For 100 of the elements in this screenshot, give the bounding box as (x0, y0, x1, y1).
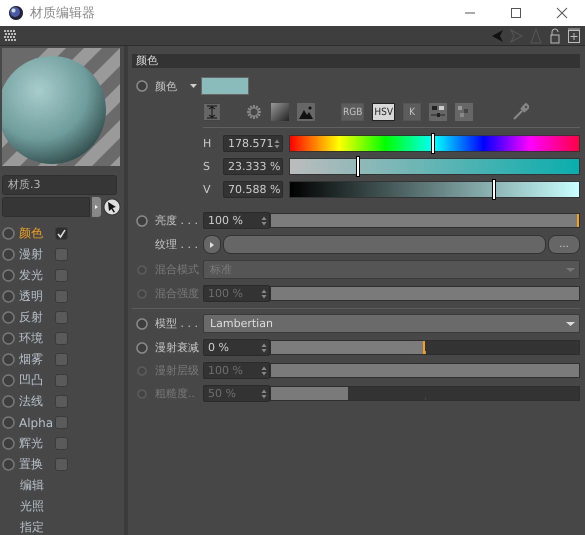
grid-icon[interactable] (4, 30, 17, 42)
swatches-icon[interactable] (455, 103, 474, 121)
color-label: 颜色 (155, 78, 178, 94)
page-item[interactable]: 指定 (20, 517, 124, 535)
gradient-slider[interactable] (289, 181, 580, 198)
page-item[interactable]: 光照 (20, 496, 124, 517)
keyframe-icon[interactable] (2, 290, 15, 303)
param-label: 亮度 . . . (155, 213, 199, 228)
channel-item[interactable]: 反射 (19, 309, 55, 326)
keyframe-icon[interactable] (2, 395, 15, 408)
channel-item[interactable]: 发光 (19, 267, 55, 284)
param-label: 模型 . . . (155, 316, 199, 331)
channel-item[interactable]: 烟雾 (19, 351, 55, 368)
page-item[interactable]: 编辑 (20, 475, 124, 496)
pointer-icon[interactable] (103, 198, 121, 216)
channel-checkbox[interactable] (55, 416, 68, 429)
expand-button[interactable] (203, 235, 221, 254)
spinner-icon[interactable] (261, 288, 267, 298)
arrow-button[interactable] (92, 197, 101, 217)
channel-item[interactable]: 颜色 (19, 225, 55, 242)
channel-checkbox[interactable] (55, 311, 68, 324)
close-icon[interactable] (556, 7, 568, 19)
param-label: 漫射衰减 (155, 340, 200, 355)
slider-handle[interactable] (492, 179, 496, 200)
caret-icon[interactable] (190, 84, 197, 88)
channel-checkbox[interactable] (55, 269, 68, 282)
channel-checkbox[interactable] (55, 248, 68, 261)
channel-item[interactable]: 凹凸 (19, 372, 55, 389)
section-header: 颜色 (132, 54, 580, 68)
value-field[interactable]: 100 % (203, 212, 270, 229)
lock-icon[interactable] (549, 28, 561, 44)
spinner-icon[interactable] (274, 138, 280, 148)
channel-item[interactable]: 漫射 (19, 246, 55, 263)
gradient-slider[interactable] (289, 135, 580, 152)
material-name-field[interactable]: 材质.3 (2, 175, 117, 195)
keyframe-icon[interactable] (136, 80, 148, 92)
channel-checkbox[interactable] (55, 395, 68, 408)
value-field[interactable]: 0 % (203, 339, 270, 356)
spread-icon[interactable] (203, 103, 221, 121)
mode-button[interactable]: RGB (341, 103, 364, 121)
keyframe-icon[interactable] (2, 374, 15, 387)
caret-icon (566, 268, 575, 272)
spinner-icon[interactable] (261, 388, 267, 398)
channel-checkbox[interactable] (55, 290, 68, 303)
channel-item[interactable]: 环境 (19, 330, 55, 347)
channel-label: S (203, 160, 211, 173)
channel-checkbox[interactable] (55, 437, 68, 450)
play-icon (210, 242, 214, 248)
channel-item[interactable]: 法线 (19, 393, 55, 410)
link-field[interactable] (2, 197, 90, 217)
channel-checkbox[interactable] (55, 332, 68, 345)
channel-checkbox[interactable] (55, 353, 68, 366)
dropdown[interactable]: Lambertian (203, 314, 580, 333)
value-field[interactable]: 70.588 % (223, 181, 283, 198)
maximize-icon[interactable] (510, 7, 522, 19)
channel-checkbox[interactable] (55, 227, 68, 240)
channel-checkbox[interactable] (55, 374, 68, 387)
image-icon[interactable] (297, 103, 315, 121)
gradient-slider[interactable] (289, 158, 580, 175)
eyedropper-icon[interactable] (511, 103, 530, 121)
channel-item[interactable]: 辉光 (19, 435, 55, 452)
new-material-icon[interactable] (567, 28, 581, 44)
keyframe-icon[interactable] (2, 311, 15, 324)
keyframe-icon[interactable] (2, 248, 15, 261)
channel-label: H (203, 137, 212, 150)
mixer-icon[interactable] (429, 103, 448, 121)
channel-item[interactable]: Alpha (19, 416, 55, 430)
channel-label: V (203, 183, 212, 196)
keyframe-icon[interactable] (136, 318, 148, 330)
back-arrow-icon[interactable] (491, 28, 504, 44)
keyframe-icon[interactable] (2, 437, 15, 450)
gradient-icon[interactable] (271, 103, 289, 121)
browse-button[interactable]: ... (548, 235, 580, 254)
mode-button[interactable]: K (403, 103, 422, 121)
channel-checkbox[interactable] (55, 458, 68, 471)
texture-field[interactable] (223, 235, 546, 254)
spinner-icon[interactable] (261, 342, 267, 352)
keyframe-icon[interactable] (2, 458, 15, 471)
keyframe-icon[interactable] (136, 342, 148, 354)
play-icon (94, 204, 99, 210)
channel-item[interactable]: 透明 (19, 288, 55, 305)
keyframe-icon[interactable] (2, 332, 15, 345)
spinner-icon[interactable] (261, 216, 267, 226)
value-field[interactable]: 23.333 % (223, 158, 283, 175)
mode-button[interactable]: HSV (372, 103, 396, 121)
slider-handle[interactable] (431, 133, 436, 154)
keyframe-icon[interactable] (2, 353, 15, 366)
keyframe-icon[interactable] (2, 416, 15, 429)
param-label: 纹理 . . . (155, 237, 199, 252)
window-title: 材质编辑器 (30, 5, 96, 22)
keyframe-icon[interactable] (136, 214, 148, 226)
channel-item[interactable]: 置换 (19, 456, 55, 473)
color-swatch[interactable] (201, 77, 249, 95)
value-field[interactable]: 178.571 (223, 135, 283, 152)
keyframe-icon[interactable] (2, 269, 15, 282)
slider-handle[interactable] (356, 156, 360, 177)
keyframe-icon[interactable] (2, 227, 15, 240)
spinner-icon[interactable] (261, 366, 267, 376)
app-logo-icon (8, 5, 24, 21)
color-wheel-icon[interactable] (245, 103, 263, 121)
